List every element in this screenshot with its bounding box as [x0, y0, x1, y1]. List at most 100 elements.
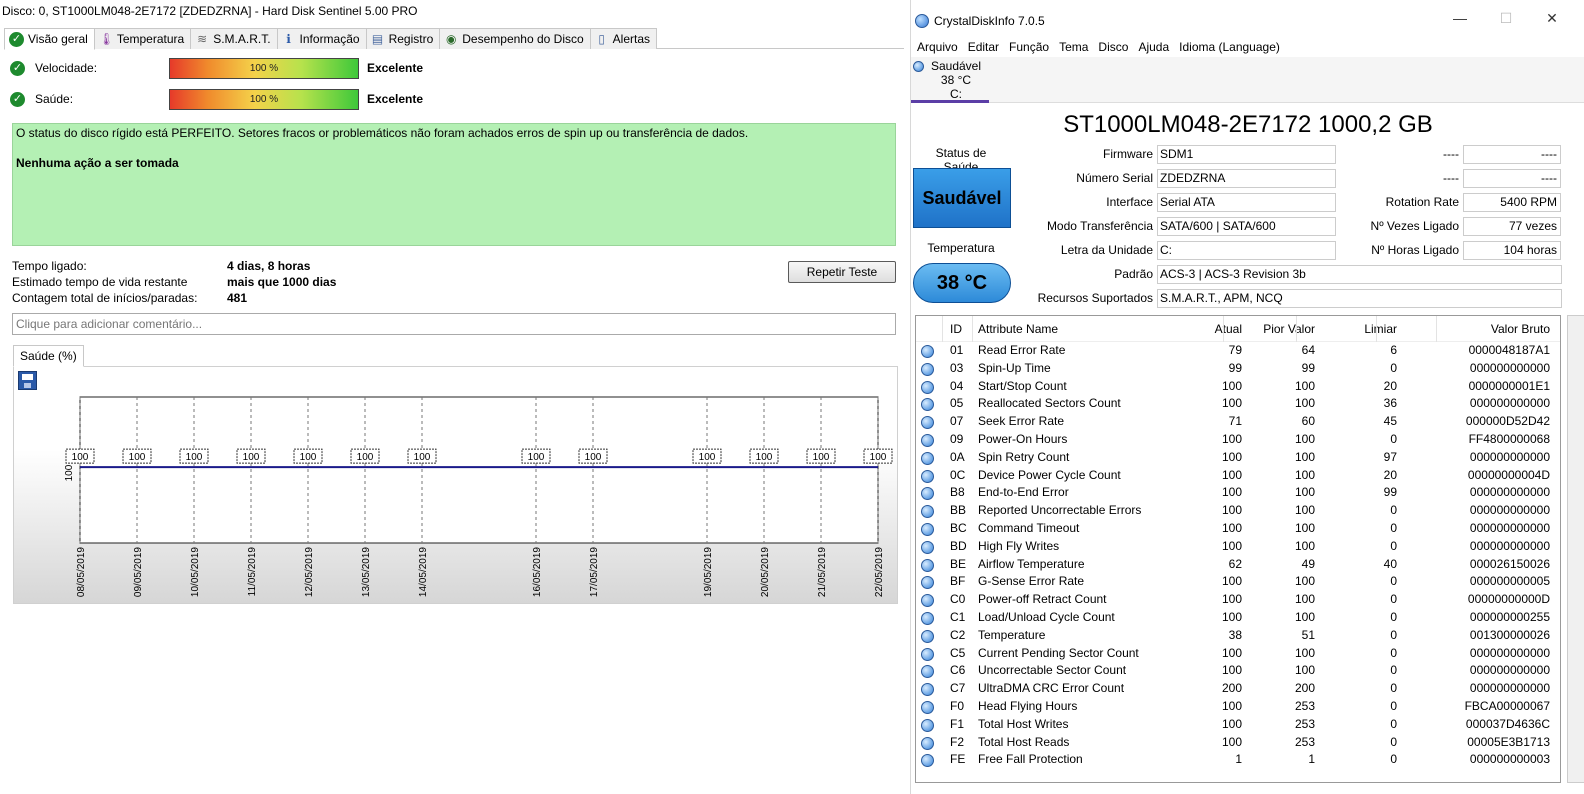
tab-log[interactable]: ▤ Registro: [365, 28, 441, 49]
table-row[interactable]: BD High Fly Writes 100 100 0 000000000000: [916, 538, 1560, 556]
health-row: ✓ Saúde: 100 % Excelente: [10, 88, 423, 110]
worst-value: 253: [1294, 716, 1315, 731]
threshold-value: 0: [1390, 663, 1397, 678]
table-row[interactable]: 05 Reallocated Sectors Count 100 100 36 00000…: [916, 395, 1560, 413]
raw-value: FBCA00000067: [1464, 699, 1550, 713]
table-row[interactable]: FE Free Fall Protection 1 1 0 000000000003: [916, 751, 1560, 769]
info-grid: Tempo ligado: 4 dias, 8 horas Estimado te…: [12, 258, 512, 306]
thermometer-icon: 🌡: [98, 32, 115, 46]
table-row[interactable]: 0C Device Power Cycle Count 100 100 20 000000…: [916, 467, 1560, 485]
threshold-value: 97: [1383, 449, 1397, 464]
tab-smart[interactable]: ≋ S.M.A.R.T.: [190, 28, 278, 49]
tab-info[interactable]: ℹ Informação: [276, 28, 367, 49]
status-dot-icon: [921, 701, 934, 714]
tab-alerts[interactable]: ▯ Alertas: [589, 28, 658, 49]
tab-health-chart[interactable]: Saúde (%): [13, 345, 84, 367]
worst-value: 100: [1294, 663, 1315, 678]
firmware-value: SDM1: [1157, 145, 1336, 164]
header-worst[interactable]: Pior Valor: [1263, 322, 1315, 336]
speed-label: Velocidade:: [35, 61, 98, 75]
close-button[interactable]: ✕: [1529, 10, 1575, 27]
drive-button-c[interactable]: Saudável 38 °C C:: [911, 57, 989, 103]
data-label: 100: [186, 452, 203, 463]
header-current[interactable]: Atual: [1215, 322, 1242, 336]
raw-value: 000000000000: [1469, 645, 1550, 660]
header-attribute[interactable]: Attribute Name: [978, 322, 1058, 336]
tab-overview[interactable]: ✓ Visão geral: [4, 28, 95, 50]
current-value: 100: [1221, 449, 1242, 464]
log-icon: ▤: [371, 32, 384, 46]
table-row[interactable]: 01 Read Error Rate 79 64 6 0000048187A1: [916, 342, 1560, 360]
serial-value: ZDEDZRNA: [1157, 169, 1336, 188]
standard-label: Padrão: [1114, 267, 1153, 281]
data-label: 100: [414, 452, 431, 463]
table-row[interactable]: BC Command Timeout 100 100 0 000000000000: [916, 520, 1560, 538]
header-raw[interactable]: Valor Bruto: [1491, 322, 1550, 336]
tab-label: Temperatura: [116, 32, 185, 46]
table-row[interactable]: BB Reported Uncorrectable Errors 100 100 0 00…: [916, 502, 1560, 520]
attribute-name: Reported Uncorrectable Errors: [978, 503, 1142, 518]
raw-value: 000000000000: [1469, 360, 1550, 375]
menu-idioma[interactable]: Idioma (Language): [1174, 39, 1285, 57]
threshold-value: 45: [1383, 414, 1397, 429]
status-dot-icon: [921, 754, 934, 768]
speed-status: Excelente: [367, 61, 424, 75]
tab-label: Visão geral: [28, 32, 88, 46]
check-icon: ✓: [9, 31, 24, 47]
maximize-button[interactable]: ☐: [1483, 10, 1529, 27]
table-row[interactable]: B8 End-to-End Error 100 100 99 000000000000: [916, 484, 1560, 502]
table-row[interactable]: F0 Head Flying Hours 100 253 0 FBCA00000067: [916, 698, 1560, 716]
attribute-name: Seek Error Rate: [978, 414, 1065, 429]
table-row[interactable]: 0A Spin Retry Count 100 100 97 000000000000: [916, 449, 1560, 467]
tab-temperature[interactable]: 🌡 Temperatura: [93, 28, 192, 49]
menu-arquivo[interactable]: Arquivo: [912, 39, 963, 57]
header-id[interactable]: ID: [950, 322, 962, 336]
header-threshold[interactable]: Limiar: [1364, 322, 1397, 336]
status-dot-icon: [921, 362, 934, 376]
table-row[interactable]: C5 Current Pending Sector Count 100 100 0 000…: [916, 645, 1560, 663]
x-tick-label: 11/05/2019: [247, 547, 258, 597]
table-row[interactable]: C2 Temperature 38 51 0 001300000026: [916, 627, 1560, 645]
table-row[interactable]: BF G-Sense Error Rate 100 100 0 000000000005: [916, 573, 1560, 591]
table-row[interactable]: F1 Total Host Writes 100 253 0 000037D4636C: [916, 716, 1560, 734]
drive-letter-value: C:: [1157, 241, 1336, 260]
attribute-name: Current Pending Sector Count: [978, 645, 1139, 660]
tab-performance[interactable]: ◉ Desempenho do Disco: [439, 28, 591, 49]
threshold-value: 0: [1390, 716, 1397, 731]
menu-editar[interactable]: Editar: [963, 39, 1004, 57]
rotation-value: 5400 RPM: [1463, 193, 1561, 212]
table-row[interactable]: C0 Power-off Retract Count 100 100 0 00000000…: [916, 591, 1560, 609]
table-row[interactable]: 07 Seek Error Rate 71 60 45 000000D52D42: [916, 413, 1560, 431]
threshold-value: 0: [1390, 627, 1397, 642]
reserved-label-2: ----: [1443, 171, 1459, 185]
minimize-button[interactable]: —: [1437, 10, 1483, 27]
attribute-name: Spin-Up Time: [978, 360, 1051, 375]
menu-tema[interactable]: Tema: [1054, 39, 1093, 57]
table-row[interactable]: C1 Load/Unload Cycle Count 100 100 0 00000000…: [916, 609, 1560, 627]
table-row[interactable]: 09 Power-On Hours 100 100 0 FF4800000068: [916, 431, 1560, 449]
data-label: 100: [528, 452, 545, 463]
current-value: 100: [1221, 734, 1242, 749]
table-row[interactable]: C6 Uncorrectable Sector Count 100 100 0 00000…: [916, 662, 1560, 680]
table-row[interactable]: C7 UltraDMA CRC Error Count 200 200 0 0000000…: [916, 680, 1560, 698]
table-row[interactable]: 04 Start/Stop Count 100 100 20 0000000001E1: [916, 378, 1560, 396]
attribute-id: C1: [950, 610, 966, 624]
data-label: 100: [813, 452, 830, 463]
menu-disco[interactable]: Disco: [1093, 39, 1133, 57]
attribute-id: 09: [950, 432, 964, 446]
hds-window-title: Disco: 0, ST1000LM048-2E7172 [ZDEDZRNA] …: [2, 4, 418, 18]
table-row[interactable]: BE Airflow Temperature 62 49 40 000026150026: [916, 556, 1560, 574]
raw-value: 000000000000: [1469, 449, 1550, 464]
status-dot-icon: [921, 434, 934, 447]
cdi-app-title: CrystalDiskInfo 7.0.5: [934, 14, 1045, 28]
table-row[interactable]: F2 Total Host Reads 100 253 0 00005E3B1713: [916, 734, 1560, 752]
health-status-badge[interactable]: Saudável: [913, 168, 1011, 228]
table-row[interactable]: 03 Spin-Up Time 99 99 0 000000000000: [916, 360, 1560, 378]
retest-button[interactable]: Repetir Teste: [788, 261, 896, 283]
comment-input[interactable]: Clique para adicionar comentário...: [12, 313, 896, 335]
menu-ajuda[interactable]: Ajuda: [1133, 39, 1174, 57]
menu-funcao[interactable]: Função: [1004, 39, 1054, 57]
x-tick-label: 09/05/2019: [133, 547, 144, 597]
info-icon: ℹ: [286, 32, 291, 46]
smart-scrollbar[interactable]: [1567, 315, 1584, 783]
